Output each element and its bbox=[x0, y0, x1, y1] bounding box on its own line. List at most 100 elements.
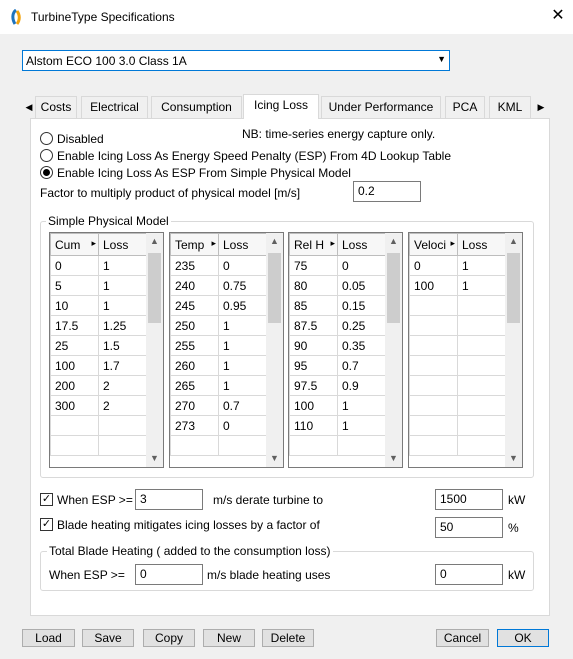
table-row[interactable] bbox=[170, 435, 267, 456]
scroll-thumb[interactable] bbox=[268, 253, 281, 323]
table-row[interactable]: 01 bbox=[50, 255, 147, 276]
column-header-loss[interactable]: Loss bbox=[337, 233, 386, 256]
scroll-thumb[interactable] bbox=[387, 253, 400, 323]
scroll-down-icon[interactable]: ▼ bbox=[146, 450, 163, 467]
close-icon[interactable]: ✕ bbox=[548, 6, 568, 26]
table-row[interactable]: 260 1 bbox=[170, 355, 267, 376]
table-row[interactable]: 87.5 0.25 bbox=[289, 315, 386, 336]
heating-power-input[interactable]: 0 bbox=[435, 564, 503, 585]
scroll-down-icon[interactable]: ▼ bbox=[266, 450, 283, 467]
table-cell[interactable]: 87.5 bbox=[289, 315, 338, 336]
scroll-up-icon[interactable]: ▲ bbox=[505, 233, 522, 250]
table-cell[interactable] bbox=[50, 415, 99, 436]
table-cell[interactable]: 75 bbox=[289, 255, 338, 276]
table-row[interactable]: 80 0.05 bbox=[289, 275, 386, 296]
table-cell[interactable]: 0.9 bbox=[337, 375, 386, 396]
table-row[interactable] bbox=[289, 435, 386, 456]
table-cell[interactable]: 200 bbox=[50, 375, 99, 396]
heating-esp-input[interactable]: 0 bbox=[135, 564, 203, 585]
save-button[interactable]: Save bbox=[82, 629, 134, 647]
table-cell[interactable] bbox=[50, 435, 99, 456]
table-row[interactable]: 265 1 bbox=[170, 375, 267, 396]
table-row[interactable]: 235 0 bbox=[170, 255, 267, 276]
table-cell[interactable]: 10 bbox=[50, 295, 99, 316]
table-row[interactable] bbox=[409, 295, 506, 316]
table-cell[interactable]: 0.35 bbox=[337, 335, 386, 356]
table-cell[interactable]: 1 bbox=[457, 275, 506, 296]
scroll-thumb[interactable] bbox=[148, 253, 161, 323]
scroll-down-icon[interactable]: ▼ bbox=[505, 450, 522, 467]
factor-input[interactable]: 0.2 bbox=[353, 181, 421, 202]
scroll-thumb[interactable] bbox=[507, 253, 520, 323]
table-row[interactable]: 250 1 bbox=[170, 315, 267, 336]
table-row[interactable]: 200 2 bbox=[50, 375, 147, 396]
column-header-loss[interactable]: Loss bbox=[98, 233, 147, 256]
table-cell[interactable] bbox=[457, 315, 506, 336]
table-row[interactable]: 85 0.15 bbox=[289, 295, 386, 316]
table-cell[interactable] bbox=[409, 415, 458, 436]
vertical-scrollbar[interactable]: ▲ ▼ bbox=[385, 233, 402, 467]
table-cell[interactable]: 1 bbox=[218, 315, 267, 336]
table-row[interactable] bbox=[409, 375, 506, 396]
table-row[interactable]: 10 1 bbox=[50, 295, 147, 316]
table-cell[interactable]: 255 bbox=[170, 335, 219, 356]
table-cell[interactable]: 0 bbox=[50, 255, 99, 276]
turbine-type-combo[interactable]: Alstom ECO 100 3.0 Class 1A ▼ bbox=[22, 50, 450, 71]
tab-consumption[interactable]: Consumption bbox=[151, 96, 242, 118]
tab-under-performance[interactable]: Under Performance bbox=[321, 96, 441, 118]
table-row[interactable]: 240 0.75 bbox=[170, 275, 267, 296]
table-cell[interactable] bbox=[409, 375, 458, 396]
table-cell[interactable]: 100 bbox=[409, 275, 458, 296]
table-cell[interactable]: 245 bbox=[170, 295, 219, 316]
table-row[interactable]: 95 0.7 bbox=[289, 355, 386, 376]
table-cell[interactable]: 1.5 bbox=[98, 335, 147, 356]
tab-kml[interactable]: KML bbox=[489, 96, 531, 118]
table-row[interactable]: 100 1.7 bbox=[50, 355, 147, 376]
table-cell[interactable] bbox=[170, 435, 219, 456]
table-cell[interactable]: 1 bbox=[337, 415, 386, 436]
table-row[interactable]: 90 0.35 bbox=[289, 335, 386, 356]
scroll-up-icon[interactable]: ▲ bbox=[266, 233, 283, 250]
blade-factor-input[interactable]: 50 bbox=[435, 517, 503, 538]
table-cell[interactable]: 0 bbox=[218, 255, 267, 276]
table-cell[interactable] bbox=[409, 355, 458, 376]
table-cell[interactable]: 0.7 bbox=[218, 395, 267, 416]
table-row[interactable]: 100 1 bbox=[289, 395, 386, 416]
radio-disabled[interactable] bbox=[40, 132, 53, 145]
table-cell[interactable] bbox=[289, 435, 338, 456]
table-cell[interactable]: 250 bbox=[170, 315, 219, 336]
table-cell[interactable]: 90 bbox=[289, 335, 338, 356]
table-row[interactable]: 51 bbox=[50, 275, 147, 296]
table-cell[interactable]: 235 bbox=[170, 255, 219, 276]
table-cell[interactable]: 100 bbox=[289, 395, 338, 416]
scroll-up-icon[interactable]: ▲ bbox=[385, 233, 402, 250]
table-cell[interactable]: 1.25 bbox=[98, 315, 147, 336]
table-row[interactable]: 245 0.95 bbox=[170, 295, 267, 316]
delete-button[interactable]: Delete bbox=[262, 629, 314, 647]
table-cell[interactable]: 1 bbox=[98, 295, 147, 316]
table-cell[interactable] bbox=[457, 295, 506, 316]
table-cell[interactable]: 25 bbox=[50, 335, 99, 356]
column-header-loss[interactable]: Loss bbox=[457, 233, 506, 256]
table-row[interactable]: 270 0.7 bbox=[170, 395, 267, 416]
table-row[interactable]: 255 1 bbox=[170, 335, 267, 356]
column-header-loss[interactable]: Loss bbox=[218, 233, 267, 256]
table-cell[interactable]: 1 bbox=[218, 335, 267, 356]
table-cell[interactable]: 110 bbox=[289, 415, 338, 436]
vertical-scrollbar[interactable]: ▲ ▼ bbox=[505, 233, 522, 467]
table-cell[interactable]: 1 bbox=[457, 255, 506, 276]
table-cell[interactable]: 95 bbox=[289, 355, 338, 376]
table-cell[interactable]: 2 bbox=[98, 395, 147, 416]
table-row[interactable]: 97.5 0.9 bbox=[289, 375, 386, 396]
cancel-button[interactable]: Cancel bbox=[436, 629, 489, 647]
table-cell[interactable]: 2 bbox=[98, 375, 147, 396]
table-row[interactable]: 75 0 bbox=[289, 255, 386, 276]
table-cell[interactable] bbox=[337, 435, 386, 456]
table-row[interactable] bbox=[409, 335, 506, 356]
table-cell[interactable] bbox=[457, 395, 506, 416]
table-row[interactable] bbox=[409, 415, 506, 436]
scroll-down-icon[interactable]: ▼ bbox=[385, 450, 402, 467]
table-cell[interactable] bbox=[409, 315, 458, 336]
tab-costs[interactable]: Costs bbox=[35, 96, 77, 118]
table-row[interactable] bbox=[50, 415, 147, 436]
